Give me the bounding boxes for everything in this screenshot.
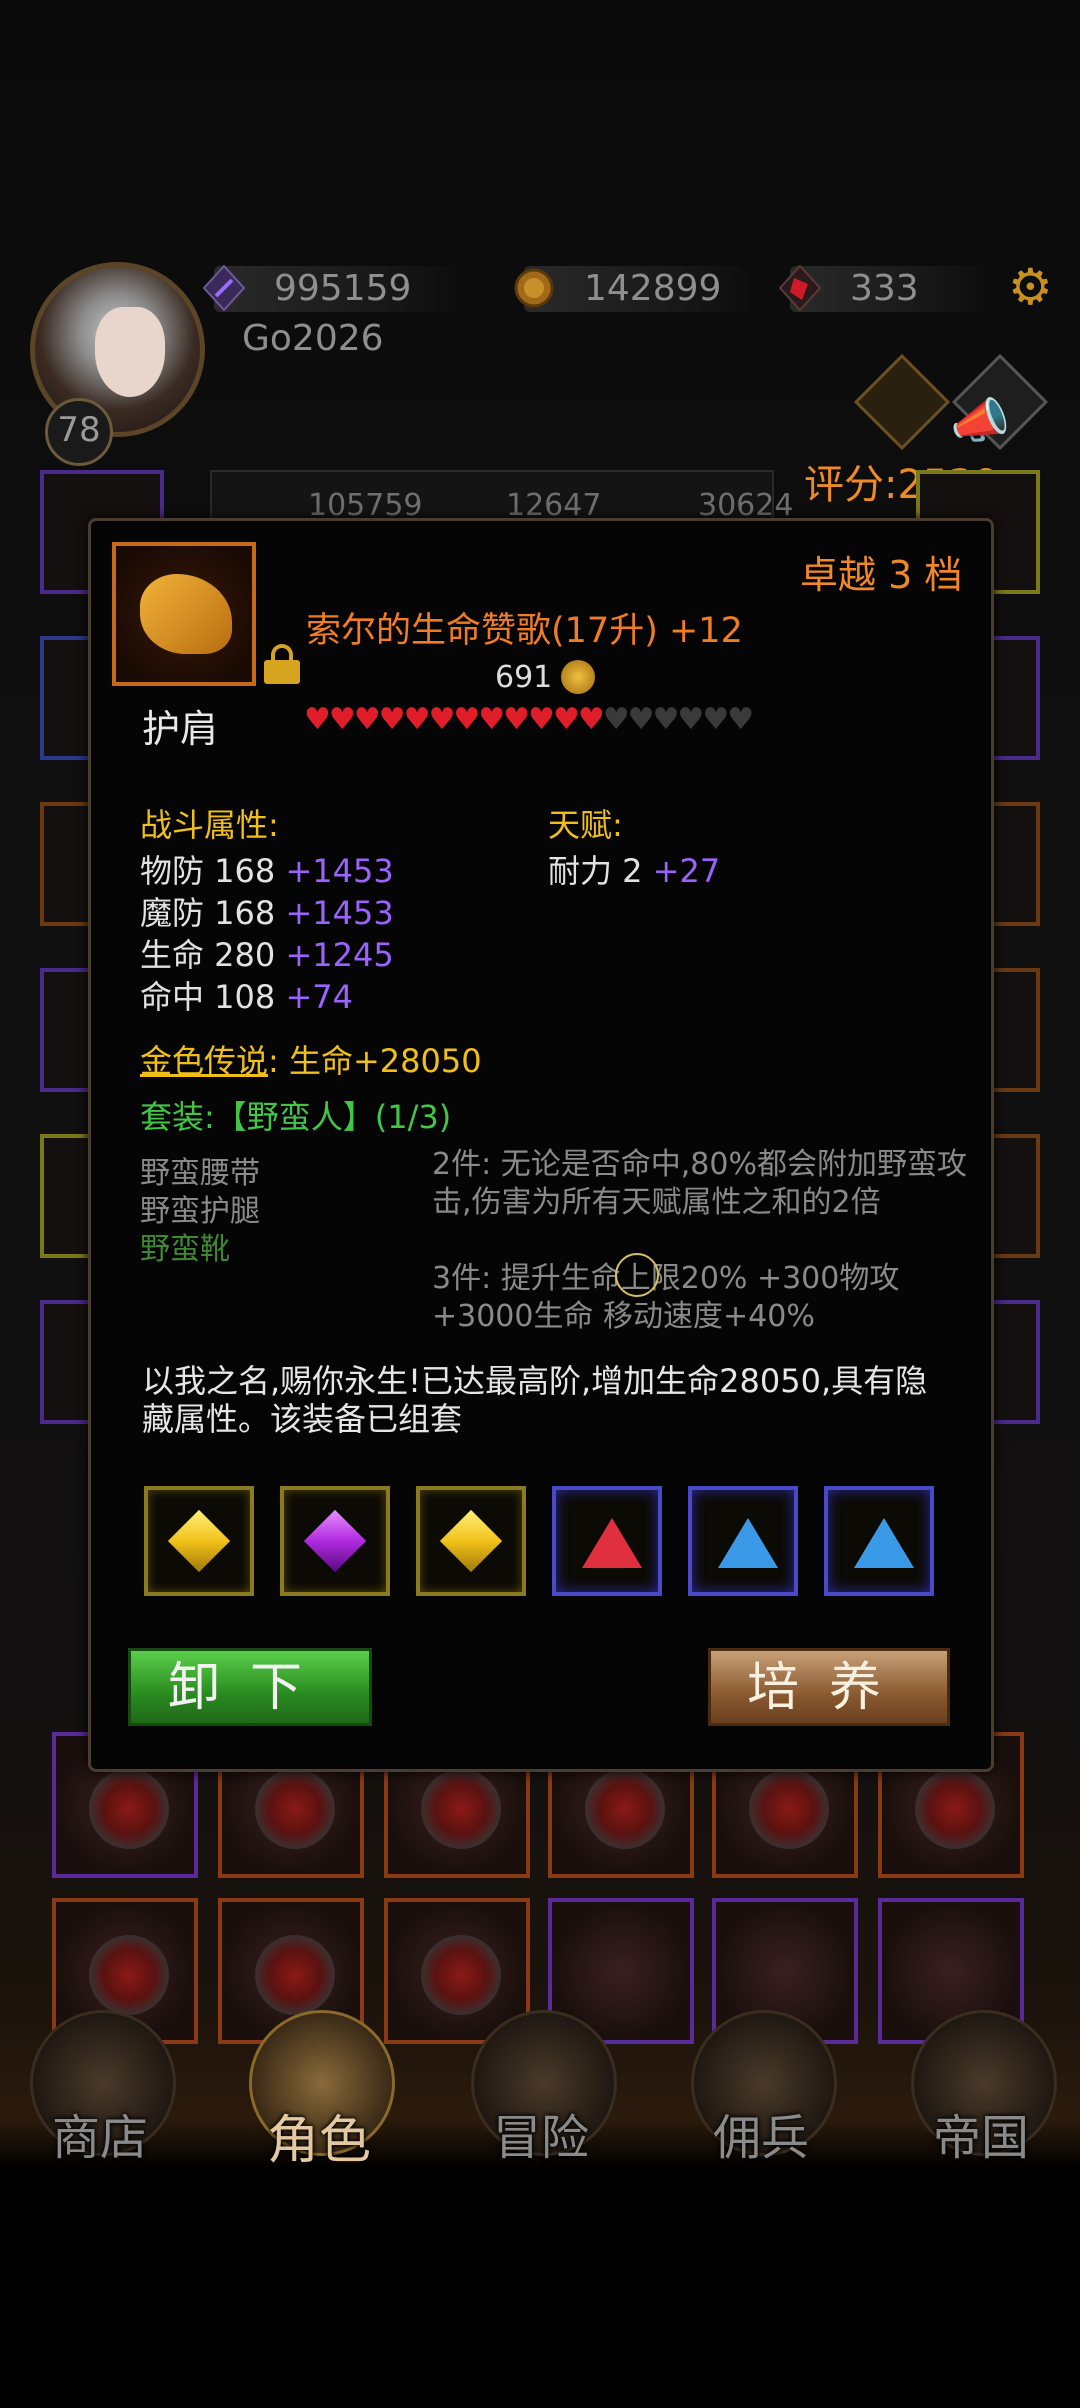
nav-mercenary[interactable]: 佣兵 <box>676 2000 846 2166</box>
gem-socket-2[interactable] <box>280 1486 390 1596</box>
talent-stamina: 耐力 2 +27 <box>548 852 721 890</box>
set-bonus-2: 2件: 无论是否命中,80%都会附加野蛮攻击,伤害为所有天赋属性之和的2倍 <box>432 1147 967 1220</box>
gold-resource[interactable]: 142899 <box>514 266 754 312</box>
gold-value: 142899 <box>584 268 722 309</box>
nav-empire[interactable]: 帝国 <box>896 2000 1066 2166</box>
ruby-value: 333 <box>850 268 919 309</box>
username: Go2026 <box>242 318 384 359</box>
player-level-badge: 78 <box>45 398 113 466</box>
gold-legend-line: 金色传说: 生命+28050 <box>140 1042 482 1080</box>
gold-coin-icon <box>561 660 595 694</box>
crystal-icon <box>202 264 246 312</box>
item-slot-label: 护肩 <box>142 707 219 751</box>
set-item: 野蛮靴 <box>140 1232 230 1267</box>
combat-attributes-title: 战斗属性: <box>140 806 279 844</box>
unequip-button[interactable]: 卸下 <box>128 1648 372 1726</box>
item-tier: 卓越 3 档 <box>800 553 963 597</box>
item-name: 索尔的生命赞歌(17升) +12 <box>306 611 743 651</box>
nav-shop[interactable]: 商店 <box>15 2000 185 2166</box>
gold-coin-icon <box>514 268 554 308</box>
blue-triangle-gem-icon <box>718 1518 778 1568</box>
crystal-value: 995159 <box>274 268 412 309</box>
talent-title: 天赋: <box>548 806 623 844</box>
attr-hit: 命中 108 +74 <box>140 978 353 1016</box>
enhance-hearts: ♥♥♥♥♥♥♥♥♥♥♥♥♥♥♥♥♥♥ <box>304 702 754 737</box>
ruby-resource[interactable]: 333 <box>778 264 990 312</box>
blue-triangle-gem-icon <box>854 1518 914 1568</box>
announcement-horn-icon[interactable]: 📣 <box>950 392 1010 449</box>
purple-gem-icon <box>303 1509 367 1573</box>
attr-life: 生命 280 +1245 <box>140 936 394 974</box>
item-price: 691 <box>495 660 553 695</box>
item-lore: 以我之名,赐你永生!已达最高阶,增加生命28050,具有隐藏属性。该装备已组套 <box>142 1362 928 1438</box>
touch-indicator <box>615 1253 659 1297</box>
attr-physical-defense: 物防 168 +1453 <box>140 852 394 890</box>
attr-magic-defense: 魔防 168 +1453 <box>140 894 394 932</box>
hero-stat-strip: 105759 12647 30624 <box>210 470 793 524</box>
ruby-icon <box>778 264 822 312</box>
gem-socket-1[interactable] <box>144 1486 254 1596</box>
gem-socket-3[interactable] <box>416 1486 526 1596</box>
yellow-gem-icon <box>167 1509 231 1573</box>
set-title: 套装:【野蛮人】(1/3) <box>140 1098 452 1136</box>
settings-gear-icon[interactable]: ⚙ <box>1008 262 1058 312</box>
gem-socket-5[interactable] <box>688 1486 798 1596</box>
train-button[interactable]: 培养 <box>708 1648 950 1726</box>
nav-adventure[interactable]: 冒险 <box>456 2000 626 2166</box>
crystal-resource[interactable]: 995159 <box>202 264 464 312</box>
yellow-gem-icon <box>439 1509 503 1573</box>
set-bonus-3: 3件: 提升生命上限20% +300物攻 +3000生命 移动速度+40% <box>432 1261 900 1334</box>
gold-legend-link[interactable]: 金色传说 <box>140 1042 268 1080</box>
gem-socket-4[interactable] <box>552 1486 662 1596</box>
lock-icon[interactable] <box>264 644 300 684</box>
gem-socket-6[interactable] <box>824 1486 934 1596</box>
shoulder-armor-icon <box>112 542 256 686</box>
nav-character[interactable]: 角色 <box>234 2000 404 2171</box>
red-triangle-gem-icon <box>582 1518 642 1568</box>
